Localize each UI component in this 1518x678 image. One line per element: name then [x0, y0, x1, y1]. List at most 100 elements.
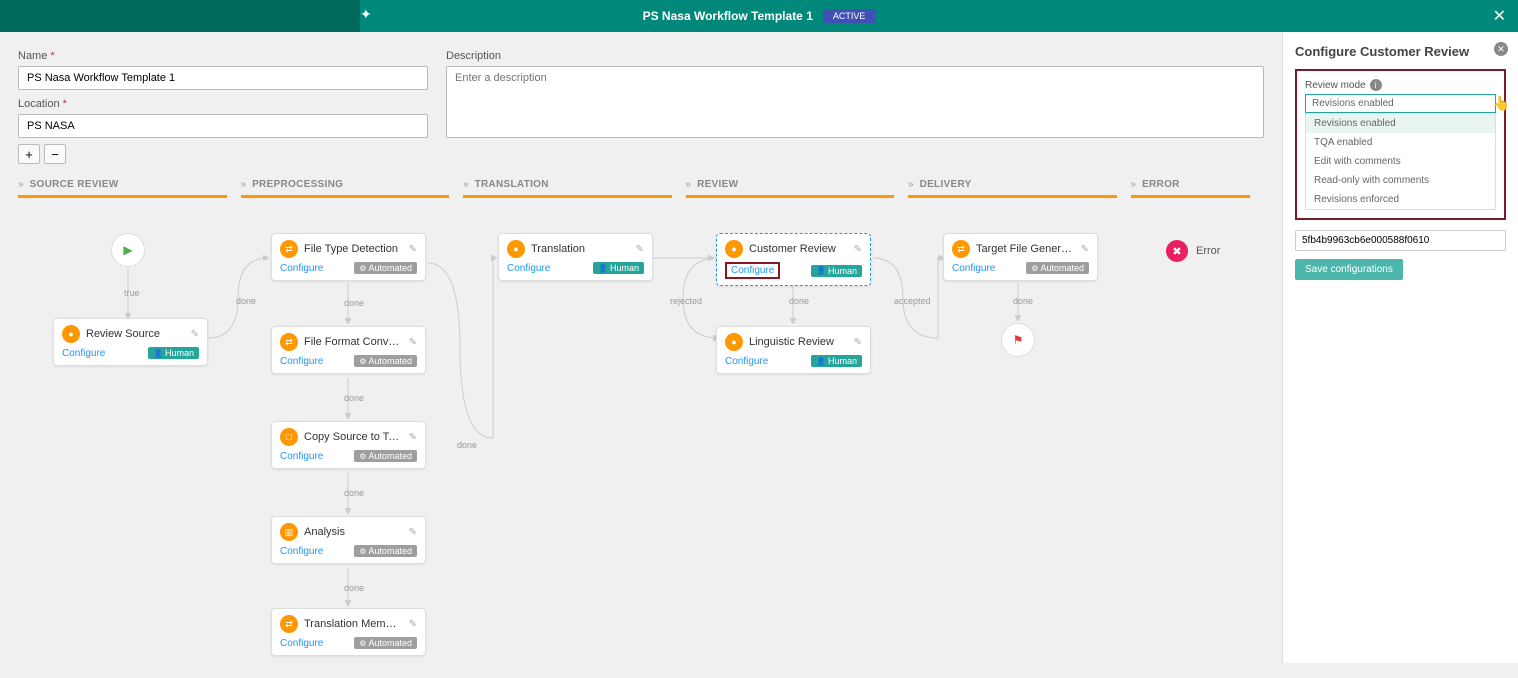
- error-icon: ✖: [1166, 240, 1188, 262]
- logo-area: [0, 0, 360, 32]
- edge-label: done: [1010, 296, 1036, 306]
- node-tm-match[interactable]: ⇄Translation Memory Mat...✎ Configure⚙Au…: [271, 608, 426, 656]
- node-copy-source[interactable]: □Copy Source to Target✎ Configure⚙Automa…: [271, 421, 426, 469]
- human-tag: 👤Human: [148, 347, 199, 359]
- status-badge: ACTIVE: [823, 9, 876, 23]
- edge-label: done: [454, 440, 480, 450]
- id-input[interactable]: [1295, 230, 1506, 251]
- configure-link[interactable]: Configure: [725, 262, 780, 279]
- human-tag: 👤Human: [811, 355, 862, 367]
- workflow-canvas[interactable]: ▶ true ●Review Source✎ Configure👤Human d…: [18, 198, 1264, 678]
- person-icon: ●: [507, 240, 525, 258]
- configure-link[interactable]: Configure: [725, 356, 768, 367]
- name-input[interactable]: [18, 66, 428, 90]
- node-review-source[interactable]: ●Review Source✎ Configure👤Human: [53, 318, 208, 366]
- lane-title: TRANSLATION: [475, 179, 549, 190]
- node-error[interactable]: ✖ Error: [1166, 240, 1220, 262]
- edit-icon[interactable]: ✎: [191, 329, 199, 340]
- person-icon: ●: [725, 333, 743, 351]
- copy-icon: □: [280, 428, 298, 446]
- save-button[interactable]: Save configurations: [1295, 259, 1403, 280]
- edit-icon[interactable]: ✎: [636, 244, 644, 255]
- edit-icon[interactable]: ✎: [854, 337, 862, 348]
- location-label: Location *: [18, 98, 428, 110]
- close-icon[interactable]: ✕: [1494, 42, 1508, 56]
- workspace: Name * Location * + − Description »SOURC…: [0, 32, 1282, 663]
- dropdown-option[interactable]: Read-only with comments: [1306, 171, 1495, 190]
- chevron-icon: »: [18, 179, 24, 190]
- configure-link[interactable]: Configure: [952, 263, 995, 274]
- human-tag: 👤Human: [811, 265, 862, 277]
- chevron-icon: »: [241, 179, 247, 190]
- review-mode-section: Review mode i Revisions enabled Revision…: [1295, 69, 1506, 220]
- pointer-cursor-icon: 👆: [1493, 95, 1510, 112]
- edit-icon[interactable]: ✎: [409, 244, 417, 255]
- automated-tag: ⚙Automated: [354, 450, 417, 462]
- node-customer-review[interactable]: ●Customer Review✎ Configure👤Human: [716, 233, 871, 286]
- edge-label: rejected: [667, 296, 705, 306]
- edit-icon[interactable]: ✎: [409, 619, 417, 630]
- edge-label: true: [121, 288, 143, 298]
- swap-icon: ⇄: [280, 333, 298, 351]
- configure-link[interactable]: Configure: [280, 451, 323, 462]
- sparkle-icon: ✦: [360, 6, 372, 23]
- edge-label: done: [786, 296, 812, 306]
- edit-icon[interactable]: ✎: [854, 244, 862, 255]
- automated-tag: ⚙Automated: [354, 637, 417, 649]
- review-mode-select[interactable]: Revisions enabled: [1305, 94, 1496, 113]
- configure-link[interactable]: Configure: [280, 638, 323, 649]
- dropdown-option[interactable]: Revisions enabled: [1306, 114, 1495, 133]
- node-linguistic[interactable]: ●Linguistic Review✎ Configure👤Human: [716, 326, 871, 374]
- page-title: PS Nasa Workflow Template 1: [643, 9, 813, 23]
- close-icon[interactable]: ✕: [1493, 6, 1506, 26]
- node-file-format[interactable]: ⇄File Format Conversion✎ Configure⚙Autom…: [271, 326, 426, 374]
- remove-button[interactable]: −: [44, 144, 66, 164]
- chevron-icon: »: [686, 179, 692, 190]
- description-label: Description: [446, 50, 1264, 62]
- edit-icon[interactable]: ✎: [409, 432, 417, 443]
- lane-title: REVIEW: [697, 179, 738, 190]
- edge-label: done: [233, 296, 259, 306]
- lane-title: DELIVERY: [920, 179, 972, 190]
- node-file-type[interactable]: ⇄File Type Detection✎ Configure⚙Automate…: [271, 233, 426, 281]
- edge-label: done: [341, 583, 367, 593]
- chevron-icon: »: [908, 179, 914, 190]
- edit-icon[interactable]: ✎: [409, 337, 417, 348]
- lane-title: SOURCE REVIEW: [30, 179, 119, 190]
- human-tag: 👤Human: [593, 262, 644, 274]
- panel-title: Configure Customer Review: [1295, 44, 1506, 59]
- person-icon: ●: [725, 240, 743, 258]
- swap-icon: ⇄: [280, 615, 298, 633]
- node-analysis[interactable]: ▥Analysis✎ Configure⚙Automated: [271, 516, 426, 564]
- location-input[interactable]: [18, 114, 428, 138]
- end-node[interactable]: ⚑: [1001, 323, 1035, 357]
- add-button[interactable]: +: [18, 144, 40, 164]
- lane-title: ERROR: [1142, 179, 1180, 190]
- dropdown-option[interactable]: Revisions enforced: [1306, 190, 1495, 209]
- start-node[interactable]: ▶: [111, 233, 145, 267]
- automated-tag: ⚙Automated: [354, 262, 417, 274]
- configure-link[interactable]: Configure: [62, 348, 105, 359]
- edge-label: done: [341, 393, 367, 403]
- configure-link[interactable]: Configure: [507, 263, 550, 274]
- person-icon: ●: [62, 325, 80, 343]
- edge-label: done: [341, 298, 367, 308]
- chevron-icon: »: [463, 179, 469, 190]
- dropdown-option[interactable]: Edit with comments: [1306, 152, 1495, 171]
- description-input[interactable]: [446, 66, 1264, 138]
- edit-icon[interactable]: ✎: [1081, 244, 1089, 255]
- swap-icon: ⇄: [280, 240, 298, 258]
- node-translation[interactable]: ●Translation✎ Configure👤Human: [498, 233, 653, 281]
- automated-tag: ⚙Automated: [354, 545, 417, 557]
- info-icon[interactable]: i: [1370, 79, 1382, 91]
- chevron-icon: »: [1131, 179, 1137, 190]
- swap-icon: ⇄: [952, 240, 970, 258]
- edit-icon[interactable]: ✎: [409, 527, 417, 538]
- configure-link[interactable]: Configure: [280, 263, 323, 274]
- configure-link[interactable]: Configure: [280, 546, 323, 557]
- node-target-gen[interactable]: ⇄Target File Generation✎ Configure⚙Autom…: [943, 233, 1098, 281]
- automated-tag: ⚙Automated: [1026, 262, 1089, 274]
- dropdown-option[interactable]: TQA enabled: [1306, 133, 1495, 152]
- configure-link[interactable]: Configure: [280, 356, 323, 367]
- edge-label: done: [341, 488, 367, 498]
